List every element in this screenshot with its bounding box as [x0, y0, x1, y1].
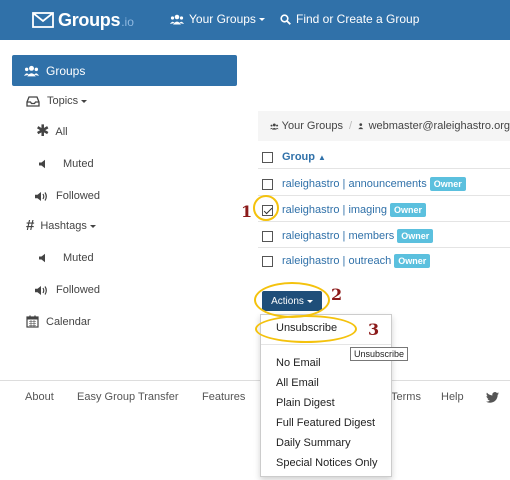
footer-link-terms[interactable]: Terms — [391, 391, 421, 403]
calendar-icon — [26, 315, 39, 328]
owner-badge: Owner — [429, 177, 466, 191]
group-name-link[interactable]: raleighastro | outreach — [282, 255, 391, 267]
table-divider — [258, 247, 510, 248]
table-row[interactable]: raleighastro | outreach Owner — [262, 254, 431, 268]
footer-link-about[interactable]: About — [25, 391, 54, 403]
asterisk-icon: ✱ — [36, 123, 50, 140]
breadcrumb-separator: / — [348, 120, 353, 132]
group-name-link[interactable]: raleighastro | members — [282, 230, 394, 242]
footer-link-help[interactable]: Help — [441, 391, 464, 403]
volume-up-icon — [35, 191, 47, 201]
breadcrumb-your-groups[interactable]: Your Groups — [282, 120, 343, 132]
brand-logo[interactable]: Groups .io — [32, 6, 134, 34]
row-checkbox[interactable] — [262, 255, 273, 267]
sidebar-item-hashtags[interactable]: # Hashtags — [26, 217, 96, 234]
sidebar-item-hashtags-followed[interactable]: Followed — [34, 284, 100, 296]
owner-badge: Owner — [394, 254, 431, 268]
sidebar-item-topics-muted[interactable]: Muted — [38, 158, 94, 170]
volume-off-icon — [39, 159, 45, 169]
sidebar-item-groups[interactable]: Groups — [12, 55, 237, 86]
menu-divider — [261, 344, 391, 345]
menu-item-no-email[interactable]: No Email — [276, 357, 321, 369]
chevron-down-icon — [258, 17, 265, 21]
menu-item-daily-summary[interactable]: Daily Summary — [276, 437, 351, 449]
users-icon — [170, 14, 184, 24]
annotation-number-2: 2 — [331, 285, 343, 304]
brand-suffix: .io — [121, 15, 134, 29]
owner-badge: Owner — [389, 203, 426, 217]
users-icon — [270, 123, 279, 130]
owner-badge: Owner — [397, 229, 434, 243]
sidebar-item-calendar-label: Calendar — [46, 315, 91, 328]
table-row[interactable]: raleighastro | imaging Owner — [262, 203, 426, 217]
twitter-icon[interactable] — [486, 392, 499, 403]
footer-link-features[interactable]: Features — [202, 391, 245, 403]
menu-item-all-email[interactable]: All Email — [276, 377, 319, 389]
sidebar-item-topics-label: Topics — [47, 95, 79, 107]
breadcrumb: Your Groups / webmaster@raleighastro.org — [258, 111, 510, 141]
volume-up-icon — [35, 285, 47, 295]
menu-item-plain-digest[interactable]: Plain Digest — [276, 397, 335, 409]
hashtag-icon: # — [26, 217, 35, 234]
sidebar-item-followed-label: Followed — [56, 190, 101, 202]
annotation-circle-actions — [254, 282, 330, 318]
breadcrumb-account: webmaster@raleighastro.org — [368, 120, 510, 132]
sidebar-item-hashtags-followed-label: Followed — [56, 284, 101, 296]
sidebar-item-muted-label: Muted — [63, 158, 94, 170]
annotation-circle-checkbox — [253, 195, 279, 221]
select-all-checkbox[interactable] — [262, 151, 273, 163]
annotation-number-1: 1 — [241, 202, 253, 221]
nav-find-create-group[interactable]: Find or Create a Group — [280, 12, 419, 26]
table-divider — [258, 221, 510, 222]
sidebar-item-groups-label: Groups — [46, 63, 86, 78]
sidebar-item-topics-followed[interactable]: Followed — [34, 190, 100, 202]
nav-your-groups[interactable]: Your Groups — [170, 12, 265, 26]
volume-off-icon — [39, 253, 45, 263]
sidebar-item-calendar[interactable]: Calendar — [26, 315, 91, 328]
chevron-down-icon — [81, 99, 88, 103]
table-divider — [258, 195, 510, 196]
inbox-icon — [26, 95, 40, 107]
search-icon — [280, 13, 291, 25]
menu-item-full-featured-digest[interactable]: Full Featured Digest — [276, 417, 375, 429]
envelope-icon — [32, 12, 54, 28]
row-checkbox[interactable] — [262, 230, 273, 242]
sidebar-item-hashtags-muted-label: Muted — [63, 252, 94, 264]
table-divider — [258, 168, 510, 169]
sidebar-item-hashtags-label: Hashtags — [40, 220, 87, 232]
table-row[interactable]: raleighastro | members Owner — [262, 229, 434, 243]
sidebar-item-all-label: All — [55, 126, 68, 138]
annotation-number-3: 3 — [368, 320, 380, 339]
tooltip: Unsubscribe — [350, 347, 409, 361]
brand-name: Groups — [58, 9, 121, 30]
table-row[interactable]: raleighastro | announcements Owner — [262, 177, 466, 191]
sort-ascending-icon: ▲ — [318, 152, 326, 162]
top-navbar: Groups .io Your Groups Find or Create a … — [0, 0, 510, 40]
nav-find-create-label: Find or Create a Group — [296, 12, 420, 26]
sidebar: Groups Topics ✱ All Muted Followed # Has… — [0, 40, 248, 380]
footer: About Easy Group Transfer Features Terms… — [0, 380, 510, 416]
menu-item-special-notices-only[interactable]: Special Notices Only — [276, 457, 378, 469]
table-header-label: Group — [282, 151, 315, 163]
chevron-down-icon — [89, 224, 96, 228]
group-name-link[interactable]: raleighastro | announcements — [282, 178, 427, 190]
users-icon — [24, 65, 39, 76]
table-header-group[interactable]: Group ▲ — [262, 151, 326, 163]
sidebar-item-topics[interactable]: Topics — [26, 95, 88, 107]
user-icon — [358, 123, 364, 130]
row-checkbox[interactable] — [262, 178, 273, 190]
group-name-link[interactable]: raleighastro | imaging — [282, 204, 387, 216]
nav-your-groups-label: Your Groups — [189, 12, 256, 26]
footer-link-easy-group-transfer[interactable]: Easy Group Transfer — [77, 391, 179, 403]
sidebar-item-topics-all[interactable]: ✱ All — [36, 123, 68, 140]
sidebar-item-hashtags-muted[interactable]: Muted — [38, 252, 94, 264]
annotation-circle-unsubscribe — [255, 315, 357, 343]
